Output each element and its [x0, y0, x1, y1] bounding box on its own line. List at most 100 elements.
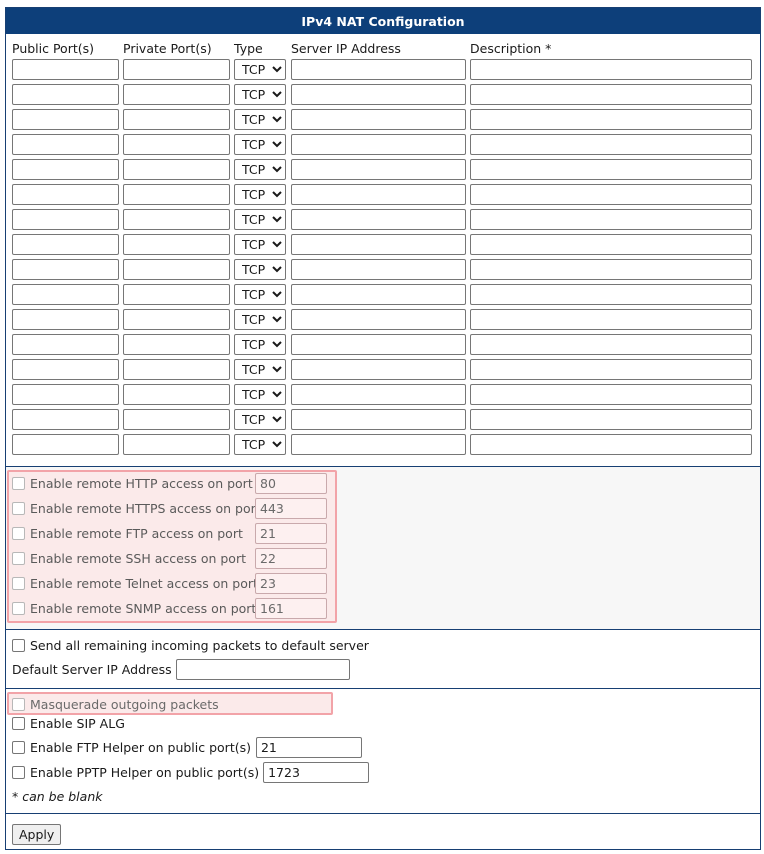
server-ip-input[interactable]	[291, 59, 466, 80]
ftp-helper-checkbox[interactable]	[12, 740, 25, 754]
public-port-input[interactable]	[12, 159, 119, 180]
server-ip-input[interactable]	[291, 384, 466, 405]
private-port-input[interactable]	[123, 259, 230, 280]
server-ip-input[interactable]	[291, 409, 466, 430]
server-ip-input[interactable]	[291, 309, 466, 330]
server-ip-input[interactable]	[291, 434, 466, 455]
description-input[interactable]	[470, 284, 752, 305]
remote-access-checkbox[interactable]	[12, 526, 25, 540]
public-port-input[interactable]	[12, 134, 119, 155]
description-input[interactable]	[470, 309, 752, 330]
private-port-input[interactable]	[123, 434, 230, 455]
server-ip-input[interactable]	[291, 334, 466, 355]
type-select[interactable]: TCP	[234, 84, 286, 105]
type-select[interactable]: TCP	[234, 234, 286, 255]
server-ip-input[interactable]	[291, 159, 466, 180]
pptp-helper-input[interactable]	[263, 761, 370, 783]
description-input[interactable]	[470, 434, 752, 455]
private-port-input[interactable]	[123, 384, 230, 405]
public-port-input[interactable]	[12, 209, 119, 230]
masquerade-checkbox[interactable]	[12, 697, 25, 711]
remote-access-checkbox[interactable]	[12, 576, 25, 590]
private-port-input[interactable]	[123, 234, 230, 255]
description-input[interactable]	[470, 109, 752, 130]
description-input[interactable]	[470, 259, 752, 280]
type-select[interactable]: TCP	[234, 184, 286, 205]
remote-access-port-input[interactable]	[255, 523, 327, 544]
description-input[interactable]	[470, 84, 752, 105]
public-port-input[interactable]	[12, 234, 119, 255]
private-port-input[interactable]	[123, 134, 230, 155]
server-ip-input[interactable]	[291, 234, 466, 255]
public-port-input[interactable]	[12, 409, 119, 430]
description-input[interactable]	[470, 184, 752, 205]
type-select[interactable]: TCP	[234, 209, 286, 230]
server-ip-input[interactable]	[291, 184, 466, 205]
public-port-input[interactable]	[12, 259, 119, 280]
type-select[interactable]: TCP	[234, 59, 286, 80]
type-select[interactable]: TCP	[234, 259, 286, 280]
type-select[interactable]: TCP	[234, 109, 286, 130]
private-port-input[interactable]	[123, 109, 230, 130]
private-port-input[interactable]	[123, 334, 230, 355]
type-select[interactable]: TCP	[234, 334, 286, 355]
private-port-input[interactable]	[123, 184, 230, 205]
remote-access-port-input[interactable]	[255, 473, 327, 494]
type-select[interactable]: TCP	[234, 309, 286, 330]
description-input[interactable]	[470, 409, 752, 430]
public-port-input[interactable]	[12, 284, 119, 305]
public-port-input[interactable]	[12, 334, 119, 355]
send-default-checkbox[interactable]	[12, 638, 25, 652]
type-select[interactable]: TCP	[234, 384, 286, 405]
remote-access-port-input[interactable]	[255, 548, 327, 569]
private-port-input[interactable]	[123, 284, 230, 305]
private-port-input[interactable]	[123, 409, 230, 430]
description-input[interactable]	[470, 234, 752, 255]
description-input[interactable]	[470, 209, 752, 230]
public-port-input[interactable]	[12, 359, 119, 380]
send-default-row[interactable]: Send all remaining incoming packets to d…	[12, 634, 369, 656]
public-port-input[interactable]	[12, 109, 119, 130]
private-port-input[interactable]	[123, 159, 230, 180]
server-ip-input[interactable]	[291, 359, 466, 380]
type-select[interactable]: TCP	[234, 284, 286, 305]
server-ip-input[interactable]	[291, 259, 466, 280]
type-select[interactable]: TCP	[234, 434, 286, 455]
type-select[interactable]: TCP	[234, 359, 286, 380]
sip-alg-checkbox[interactable]	[12, 716, 25, 730]
server-ip-input[interactable]	[291, 84, 466, 105]
description-input[interactable]	[470, 359, 752, 380]
type-select[interactable]: TCP	[234, 159, 286, 180]
apply-button[interactable]: Apply	[12, 824, 62, 845]
remote-access-checkbox[interactable]	[12, 476, 25, 490]
description-input[interactable]	[470, 334, 752, 355]
server-ip-input[interactable]	[291, 284, 466, 305]
private-port-input[interactable]	[123, 59, 230, 80]
type-select[interactable]: TCP	[234, 409, 286, 430]
server-ip-input[interactable]	[291, 209, 466, 230]
public-port-input[interactable]	[12, 59, 119, 80]
remote-access-checkbox[interactable]	[12, 551, 25, 565]
server-ip-input[interactable]	[291, 134, 466, 155]
private-port-input[interactable]	[123, 309, 230, 330]
remote-access-checkbox[interactable]	[12, 501, 25, 515]
type-select[interactable]: TCP	[234, 134, 286, 155]
pptp-helper-checkbox[interactable]	[12, 765, 25, 779]
description-input[interactable]	[470, 134, 752, 155]
private-port-input[interactable]	[123, 359, 230, 380]
remote-access-port-input[interactable]	[255, 598, 327, 619]
default-ip-input[interactable]	[175, 658, 350, 680]
ftp-helper-input[interactable]	[255, 736, 362, 758]
private-port-input[interactable]	[123, 84, 230, 105]
private-port-input[interactable]	[123, 209, 230, 230]
remote-access-port-input[interactable]	[255, 498, 327, 519]
public-port-input[interactable]	[12, 384, 119, 405]
sip-alg-row[interactable]: Enable SIP ALG	[12, 712, 125, 734]
description-input[interactable]	[470, 384, 752, 405]
remote-access-checkbox[interactable]	[12, 601, 25, 615]
public-port-input[interactable]	[12, 309, 119, 330]
description-input[interactable]	[470, 59, 752, 80]
description-input[interactable]	[470, 159, 752, 180]
public-port-input[interactable]	[12, 184, 119, 205]
public-port-input[interactable]	[12, 434, 119, 455]
